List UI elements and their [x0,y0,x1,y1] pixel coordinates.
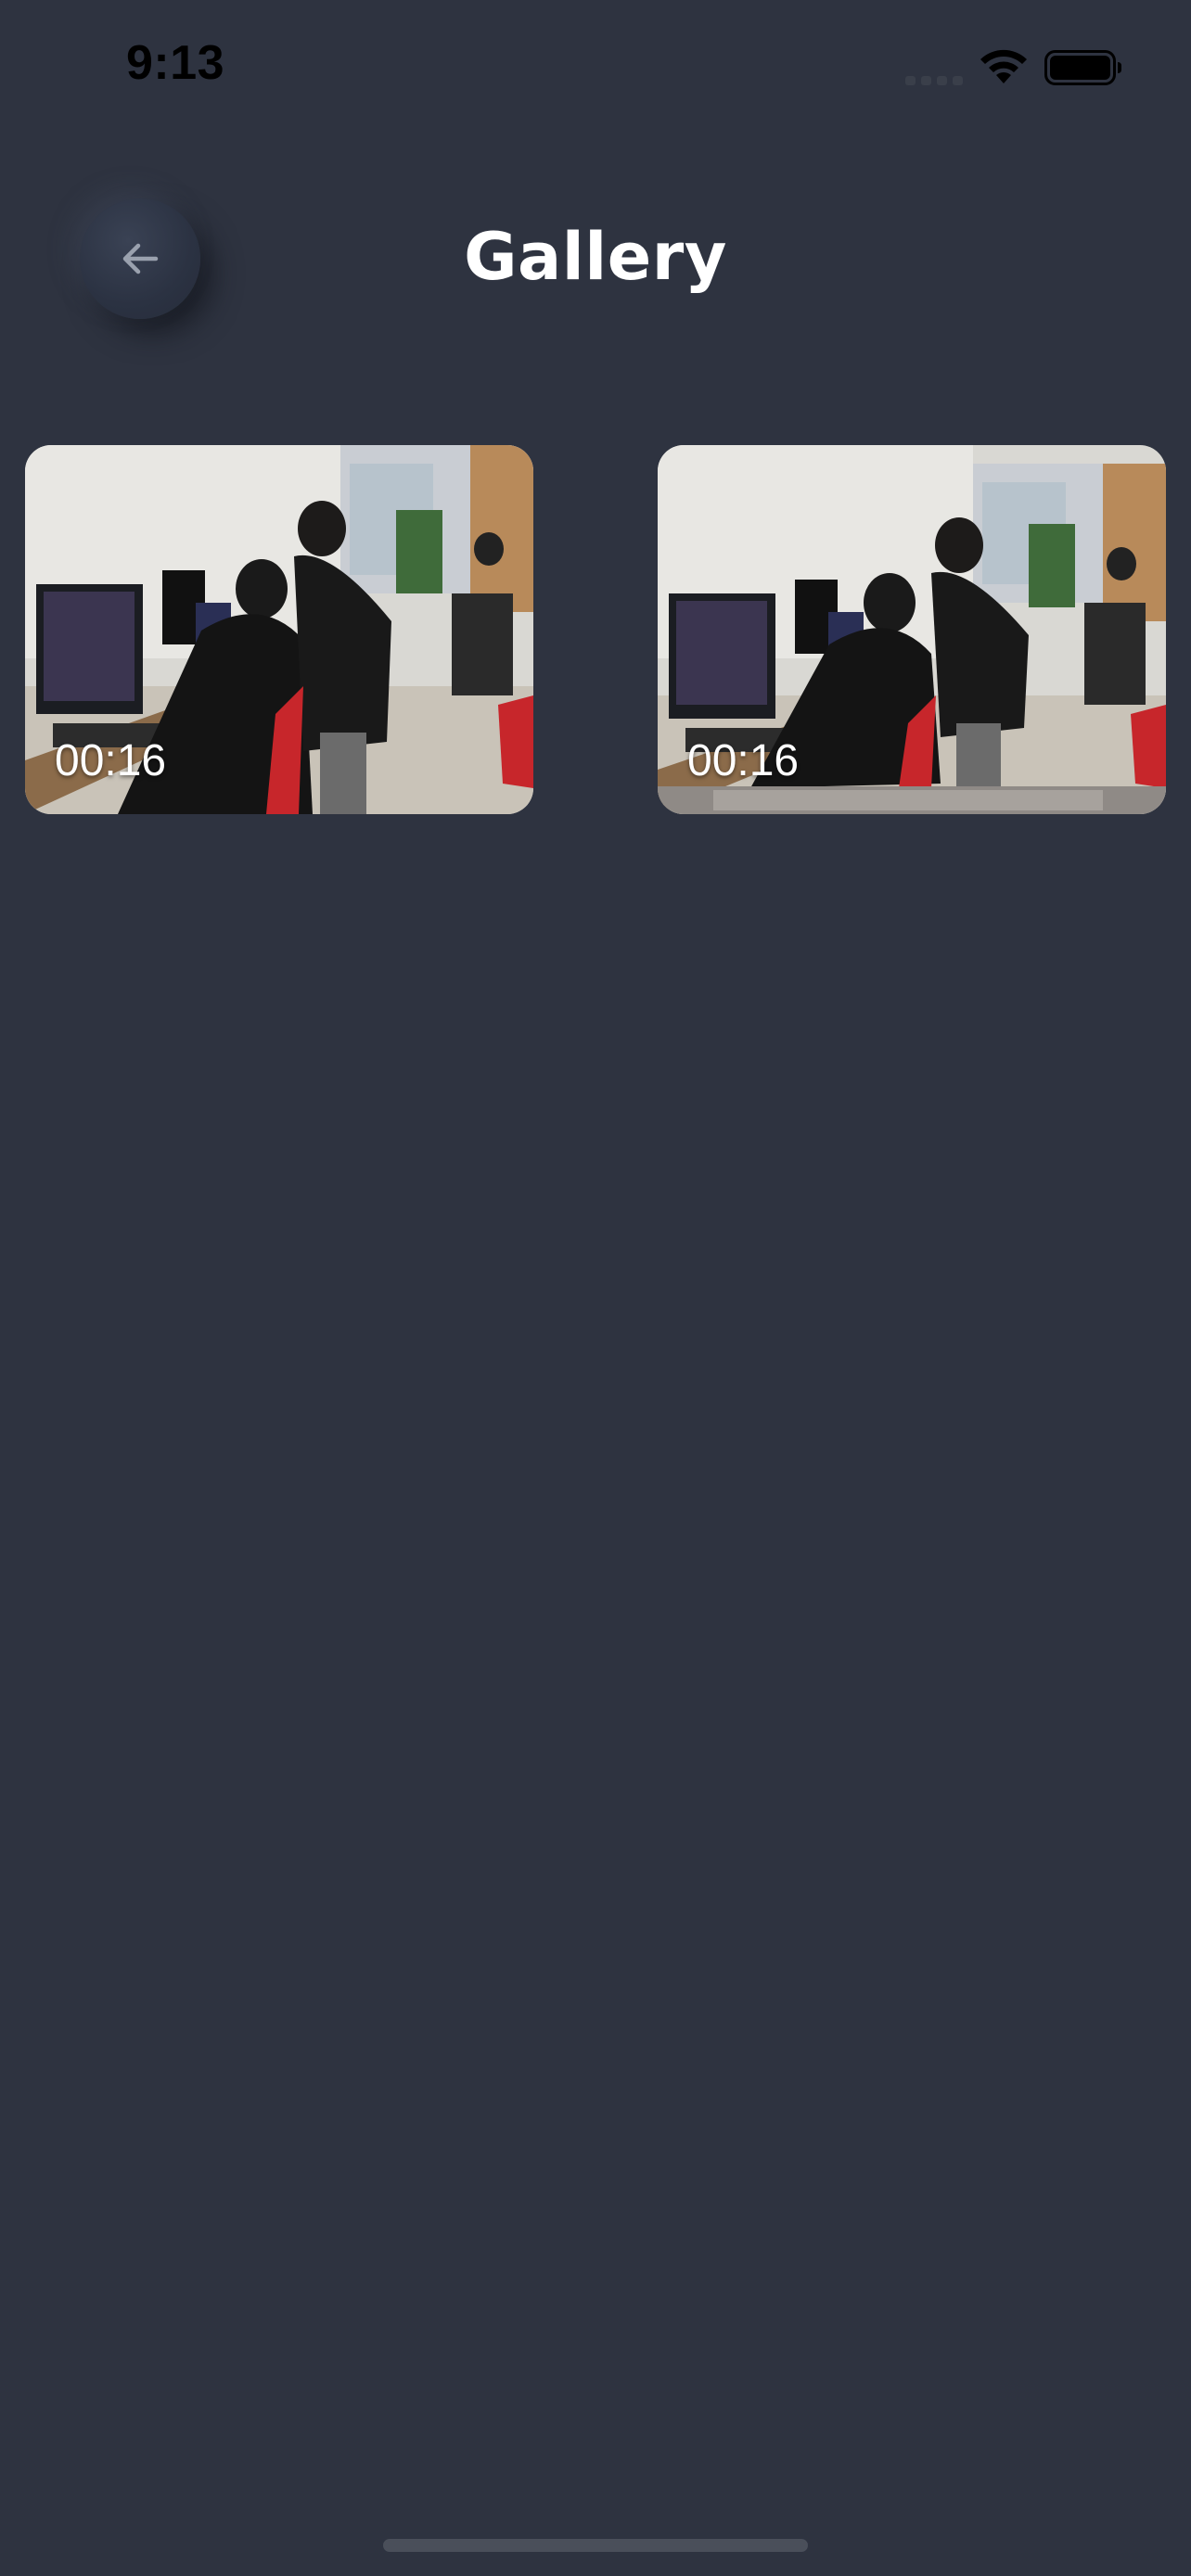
status-time: 9:13 [126,36,225,90]
cellular-signal-icon [905,72,963,85]
gallery-video-item[interactable]: 00:16 [658,445,1166,814]
page-title: Gallery [464,219,727,295]
video-duration: 00:16 [687,736,800,785]
video-duration: 00:16 [55,736,167,785]
wifi-icon [978,46,1030,87]
gallery-video-item[interactable]: 00:16 [25,445,533,814]
battery-icon [1044,50,1122,85]
status-bar: 9:13 [0,0,1191,130]
home-indicator[interactable] [383,2539,808,2552]
